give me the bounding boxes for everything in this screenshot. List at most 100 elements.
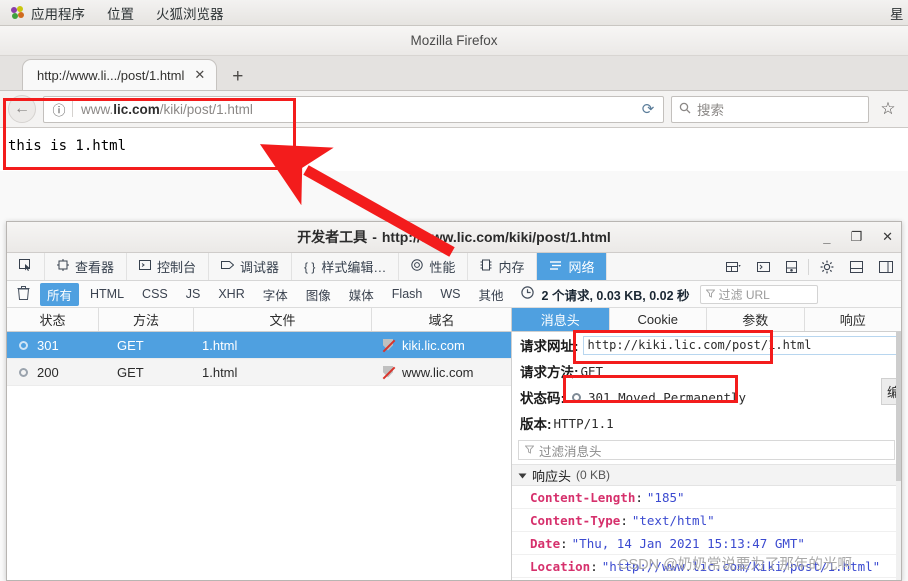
header-colon: :: [635, 489, 643, 505]
browser-tab-label: http://www.li.../post/1.html: [37, 67, 185, 83]
picker-icon: [19, 258, 32, 275]
memory-icon: [480, 259, 492, 274]
tab-network[interactable]: 网络: [537, 253, 608, 280]
devtools-body: 状态 方法 文件 域名 301 GET 1.html kiki.lic.com: [7, 308, 901, 580]
filter-html[interactable]: HTML: [83, 285, 131, 303]
dock-bottom-icon[interactable]: [842, 260, 871, 273]
header-name: Content-Type: [530, 512, 621, 528]
tab-style-editor[interactable]: { } 样式编辑…: [292, 253, 400, 280]
column-header-file[interactable]: 文件: [194, 308, 372, 331]
request-url-input[interactable]: http://kiki.lic.com/post/1.html: [582, 335, 901, 355]
filter-other[interactable]: 其他: [472, 283, 511, 306]
dock-side-icon[interactable]: [871, 260, 901, 273]
row-domain: www.lic.com: [372, 365, 511, 380]
tab-memory-label: 内存: [498, 260, 525, 275]
gear-icon[interactable]: [812, 260, 842, 274]
trash-icon[interactable]: [15, 285, 36, 303]
menu-places[interactable]: 位置: [96, 0, 145, 25]
request-method-row: 请求方法: GET: [512, 358, 901, 384]
filter-css[interactable]: CSS: [135, 285, 175, 303]
tab-console[interactable]: 控制台: [127, 253, 210, 280]
menu-firefox-label: 火狐浏览器: [156, 6, 224, 22]
column-header-domain[interactable]: 域名: [372, 308, 511, 331]
menu-firefox[interactable]: 火狐浏览器: [145, 0, 235, 25]
tab-headers[interactable]: 消息头: [512, 308, 610, 332]
browser-tab[interactable]: http://www.li.../post/1.html ✕: [22, 59, 218, 90]
firefox-navbar: ← ⓘ www.lic.com/kiki/post/1.html ⟳ 搜索 ☆: [0, 91, 908, 128]
tab-cookies[interactable]: Cookie: [610, 308, 707, 332]
version-label: 版本:: [520, 417, 552, 433]
list-item: Server : "nginx/1.12.0": [512, 578, 901, 580]
tab-memory[interactable]: 内存: [468, 253, 538, 280]
close-icon[interactable]: ✕: [194, 67, 205, 83]
toolbar-right-actions: [718, 253, 901, 280]
split-console-icon[interactable]: [749, 261, 778, 273]
new-tab-button[interactable]: +: [227, 67, 248, 86]
devtools-title-url: http://www.lic.com/kiki/post/1.html: [381, 229, 611, 245]
filter-flash[interactable]: Flash: [385, 285, 430, 303]
detail-scrollbar[interactable]: [896, 332, 901, 580]
devtools-titlebar: 开发者工具 - http://www.lic.com/kiki/post/1.h…: [7, 222, 901, 253]
filter-all[interactable]: 所有: [40, 282, 80, 306]
responsive-layout-icon[interactable]: [718, 261, 749, 273]
list-item: Content-Length : "185": [512, 486, 901, 510]
bookmark-star-icon[interactable]: ☆: [876, 99, 900, 119]
row-method: GET: [117, 364, 144, 380]
maximize-icon[interactable]: ❐: [850, 229, 862, 245]
tab-picker[interactable]: [7, 253, 45, 280]
table-row[interactable]: 301 GET 1.html kiki.lic.com: [7, 332, 511, 359]
network-filter-bar: 所有 HTML CSS JS XHR 字体 图像 媒体 Flash WS 其他 …: [7, 281, 901, 308]
filter-ws[interactable]: WS: [433, 285, 467, 303]
tab-debugger[interactable]: 调试器: [209, 253, 293, 280]
filter-xhr[interactable]: XHR: [211, 285, 251, 303]
gnome-logo-icon: [11, 5, 25, 20]
filter-media[interactable]: 媒体: [342, 283, 381, 306]
debugger-icon: [221, 259, 235, 274]
screenshot-icon[interactable]: [778, 260, 805, 273]
page-content: this is 1.html: [0, 128, 908, 171]
row-method: GET: [117, 337, 144, 353]
search-icon: [679, 102, 691, 117]
filter-url-placeholder: 过滤 URL: [718, 287, 770, 302]
close-icon[interactable]: ✕: [882, 229, 893, 245]
tab-inspector[interactable]: 查看器: [45, 253, 128, 280]
search-placeholder: 搜索: [697, 103, 724, 118]
devtools-title: 开发者工具: [297, 229, 368, 245]
header-colon: :: [560, 535, 568, 551]
panel-clock[interactable]: 星: [890, 0, 908, 25]
version-value: HTTP/1.1: [553, 415, 614, 431]
tab-params[interactable]: 参数: [707, 308, 805, 332]
tab-debugger-label: 调试器: [240, 260, 280, 275]
reload-icon[interactable]: ⟳: [635, 100, 661, 118]
row-file: 1.html: [202, 337, 238, 353]
minimize-icon[interactable]: _: [823, 230, 830, 245]
version-row: 版本: HTTP/1.1: [512, 410, 901, 436]
tab-response[interactable]: 响应: [805, 308, 902, 331]
site-info-icon[interactable]: ⓘ: [46, 100, 72, 119]
request-url-row: 请求网址: http://kiki.lic.com/post/1.html: [512, 332, 901, 358]
response-headers-section[interactable]: 响应头 (0 KB): [512, 464, 901, 487]
status-indicator-icon: [572, 392, 581, 402]
url-bar[interactable]: ⓘ www.lic.com/kiki/post/1.html ⟳: [43, 95, 664, 123]
search-input[interactable]: 搜索: [671, 95, 869, 123]
row-status-text: 200: [37, 364, 59, 380]
network-icon: [549, 260, 562, 274]
page-body-text: this is 1.html: [8, 138, 127, 154]
header-name: Date: [530, 535, 561, 551]
panel-clock-text: 星: [890, 6, 904, 22]
headers-filter-input[interactable]: 过滤消息头: [518, 440, 895, 461]
firefox-titlebar: Mozilla Firefox: [0, 26, 908, 56]
column-header-status[interactable]: 状态: [7, 308, 99, 331]
filter-image[interactable]: 图像: [299, 283, 338, 306]
header-value: "text/html": [631, 512, 715, 528]
header-value: "185": [646, 489, 685, 505]
back-button[interactable]: ←: [8, 95, 36, 123]
filter-url-input[interactable]: 过滤 URL: [699, 284, 818, 304]
filter-js[interactable]: JS: [179, 285, 208, 303]
filter-font[interactable]: 字体: [256, 283, 295, 306]
status-indicator-icon: [19, 340, 28, 350]
table-row[interactable]: 200 GET 1.html www.lic.com: [7, 359, 511, 386]
tab-performance[interactable]: 性能: [399, 253, 469, 280]
menu-applications[interactable]: 应用程序: [0, 0, 96, 25]
column-header-method[interactable]: 方法: [99, 308, 194, 331]
